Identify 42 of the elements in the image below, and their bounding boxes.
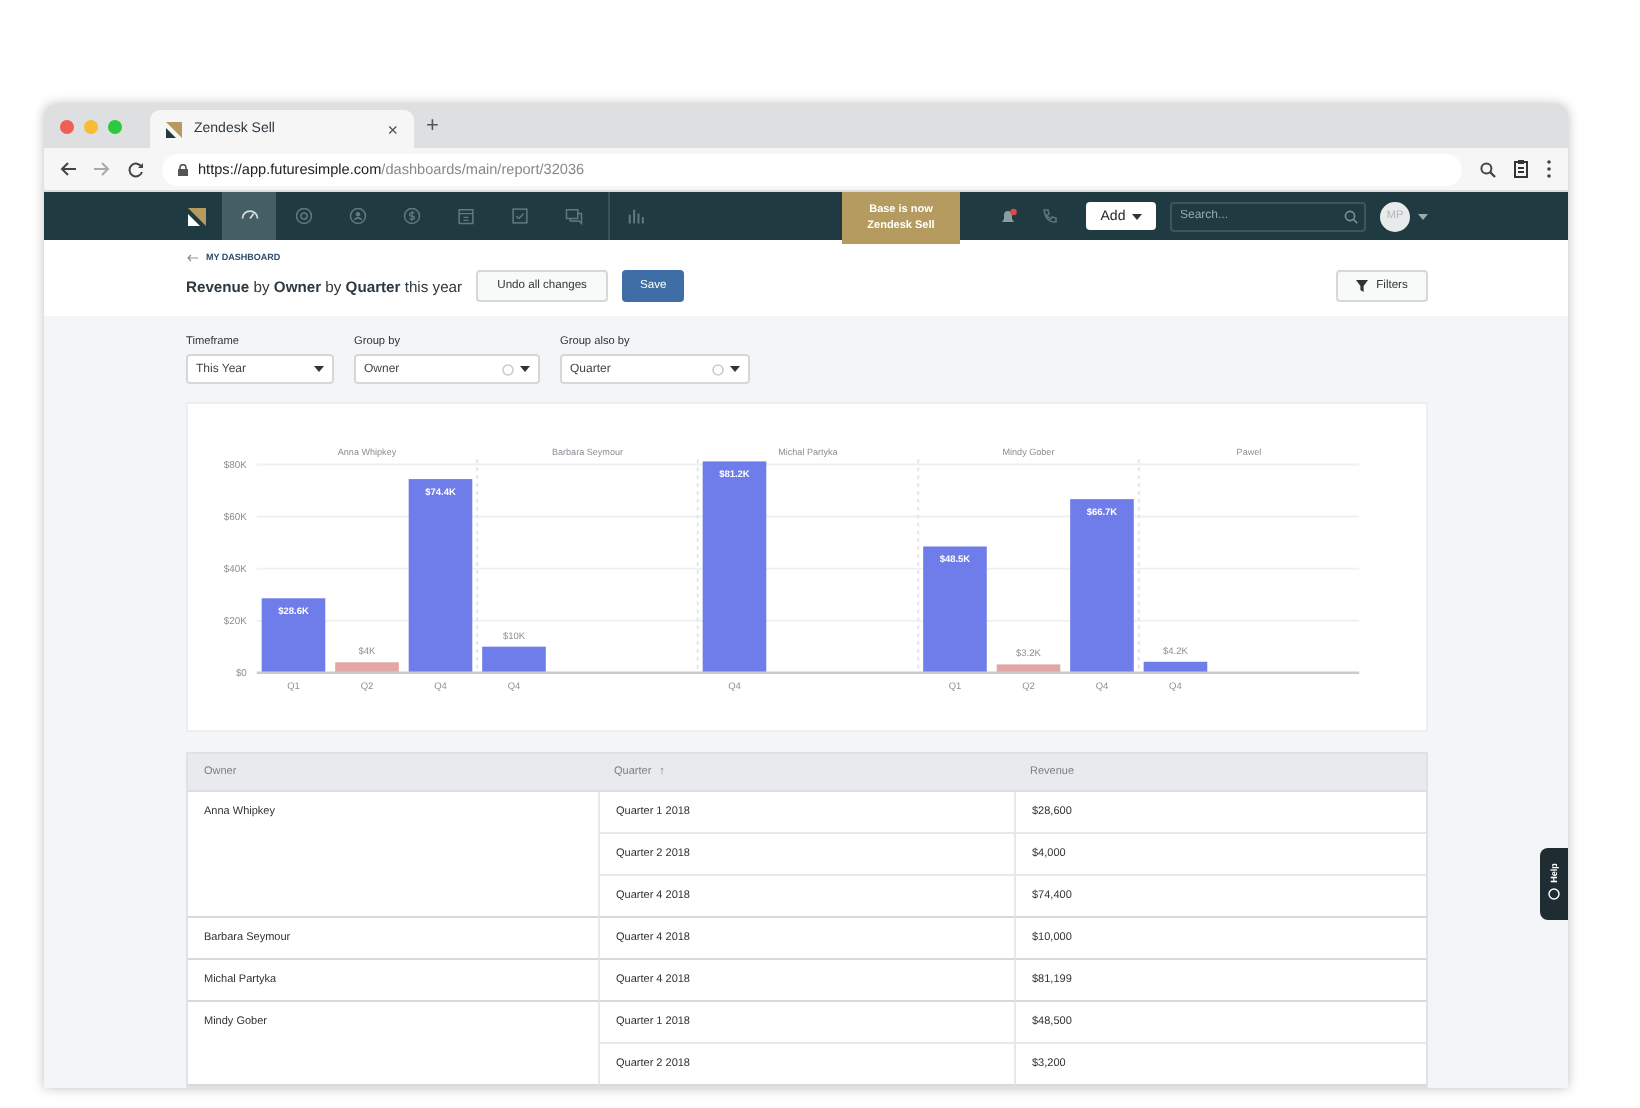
target-icon — [293, 206, 313, 227]
checkbox-icon — [509, 206, 529, 227]
bar[interactable] — [923, 546, 987, 673]
lock-icon — [178, 163, 188, 176]
logo-icon — [166, 121, 182, 138]
bar[interactable] — [482, 646, 546, 673]
bar[interactable] — [1070, 499, 1134, 673]
phone-icon[interactable] — [1042, 208, 1058, 225]
chat-icon — [563, 206, 583, 227]
clear-icon[interactable] — [502, 363, 514, 375]
clear-icon[interactable] — [712, 363, 724, 375]
maximize-light[interactable] — [108, 119, 122, 134]
logo-icon[interactable] — [187, 207, 205, 226]
dollar-icon — [401, 206, 421, 227]
question-icon — [1548, 888, 1560, 900]
caret-icon — [520, 366, 530, 372]
search-icon — [1344, 209, 1358, 224]
funnel-icon — [1356, 280, 1369, 292]
bar[interactable] — [408, 479, 473, 673]
bar[interactable] — [261, 598, 326, 673]
close-light[interactable] — [60, 119, 74, 134]
caret-icon — [730, 366, 740, 372]
reload-icon[interactable] — [128, 161, 144, 178]
bell-icon[interactable] — [1000, 207, 1018, 226]
new-tab-button[interactable]: + — [426, 114, 439, 139]
bar[interactable] — [702, 461, 767, 673]
back-icon[interactable] — [60, 162, 76, 177]
forward-icon[interactable] — [94, 162, 110, 177]
menu-icon[interactable] — [1546, 160, 1552, 179]
bar[interactable] — [1143, 661, 1208, 673]
bar[interactable] — [996, 664, 1061, 673]
zoom-icon[interactable] — [1480, 161, 1496, 178]
calendar-icon — [455, 206, 475, 227]
caret-icon — [1131, 213, 1142, 220]
clipboard-icon[interactable] — [1514, 160, 1528, 179]
bar-chart-icon — [626, 206, 646, 227]
nav-item[interactable] — [222, 192, 276, 241]
back-arrow-icon — [186, 253, 198, 261]
person-icon — [347, 206, 367, 227]
caret-icon — [314, 366, 324, 372]
tab-close[interactable]: × — [387, 119, 398, 140]
caret-icon — [1418, 213, 1428, 220]
